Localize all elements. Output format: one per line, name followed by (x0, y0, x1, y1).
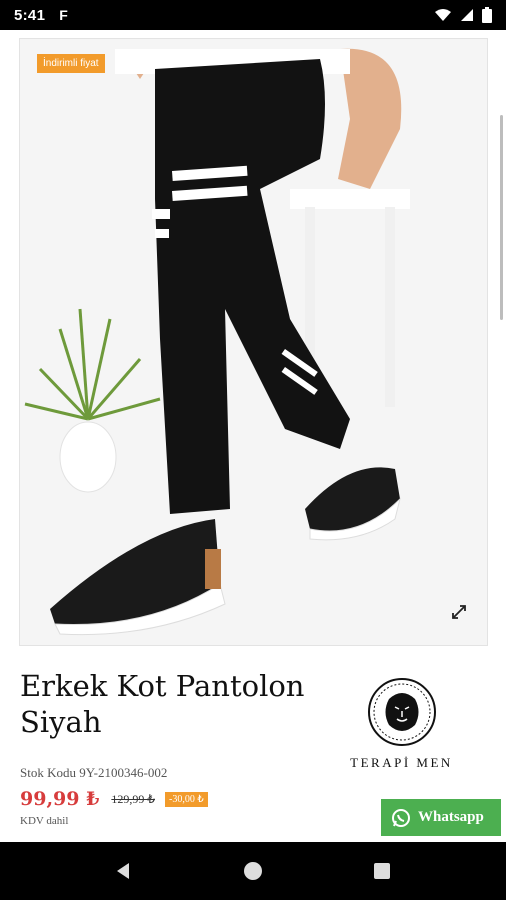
whatsapp-button[interactable]: Whatsapp (381, 799, 501, 836)
battery-icon (482, 7, 492, 23)
home-icon[interactable] (243, 861, 263, 881)
expand-icon[interactable] (444, 597, 474, 627)
product-photo (20, 39, 487, 645)
product-title: Erkek Kot Pantolon Siyah (20, 669, 305, 739)
signal-icon (461, 9, 473, 21)
discount-tag: İndirimli fiyat (37, 54, 105, 73)
status-bar: 5:41 F (0, 0, 506, 30)
back-icon[interactable] (114, 861, 134, 881)
brand-logo[interactable]: TERAPİ MEN (334, 677, 469, 771)
lion-logo-icon (367, 678, 436, 746)
whatsapp-label: Whatsapp (418, 809, 484, 825)
wifi-icon (435, 9, 451, 21)
old-price: 129,99 ₺ (111, 791, 155, 806)
product-image[interactable]: İndirimli fiyat (19, 38, 488, 646)
price-row: 99,99 ₺ 129,99 ₺ -30,00 ₺ (20, 788, 208, 810)
status-icons (434, 7, 492, 23)
navigation-bar (0, 842, 506, 900)
brand-name: TERAPİ MEN (350, 755, 453, 770)
whatsapp-icon (392, 808, 410, 827)
sku-text: Stok Kodu 9Y-2100346-002 (20, 765, 168, 780)
app-notification-icon: F (59, 7, 68, 23)
scrollbar[interactable] (500, 115, 503, 320)
recents-icon[interactable] (372, 861, 392, 881)
status-time: 5:41 (14, 6, 46, 24)
current-price: 99,99 ₺ (20, 788, 100, 810)
discount-badge: -30,00 ₺ (164, 791, 208, 807)
tax-note: KDV dahil (20, 815, 69, 827)
